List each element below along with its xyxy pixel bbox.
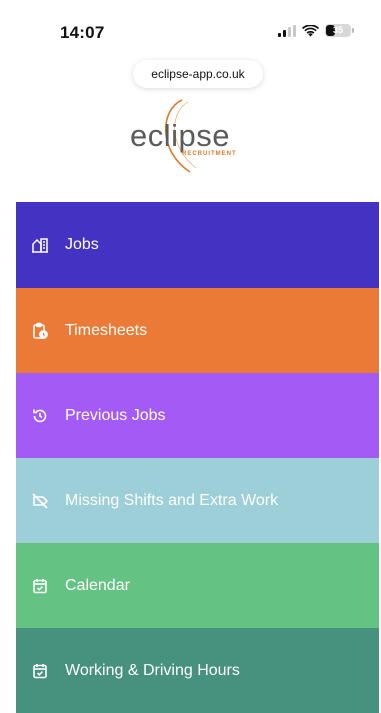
status-time: 14:07 bbox=[60, 23, 105, 42]
menu-label: Previous Jobs bbox=[65, 406, 166, 424]
menu-label: Timesheets bbox=[65, 321, 148, 339]
url-bar[interactable]: eclipse-app.co.uk bbox=[133, 60, 263, 88]
menu-label: Working & Driving Hours bbox=[65, 661, 240, 679]
menu-item-previous-jobs[interactable]: Previous Jobs bbox=[16, 373, 379, 458]
calendar-check-icon bbox=[30, 576, 50, 596]
wifi-icon bbox=[302, 24, 319, 36]
battery-icon: 35 bbox=[325, 24, 354, 37]
menu-item-timesheets[interactable]: Timesheets bbox=[16, 288, 379, 373]
battery-level: 35 bbox=[332, 25, 343, 35]
signal-icon bbox=[278, 24, 296, 37]
logo-word: eclipse bbox=[130, 118, 230, 153]
history-icon bbox=[30, 406, 50, 426]
main-menu: Jobs Timesheets Previous Jobs Missing Sh… bbox=[16, 202, 379, 713]
calendar-check-icon bbox=[30, 661, 50, 681]
url-text: eclipse-app.co.uk bbox=[151, 67, 245, 81]
logo-subtitle: RECRUITMENT bbox=[182, 151, 237, 157]
clipboard-clock-icon bbox=[30, 321, 50, 341]
status-icons: 35 bbox=[278, 24, 354, 37]
status-bar: 14:07 35 bbox=[0, 0, 381, 60]
tag-off-icon bbox=[30, 491, 50, 511]
building-icon bbox=[30, 235, 50, 255]
menu-label: Calendar bbox=[65, 576, 130, 594]
menu-item-missing-shifts[interactable]: Missing Shifts and Extra Work bbox=[16, 458, 379, 543]
eclipse-logo: eclipse RECRUITMENT bbox=[120, 96, 270, 176]
menu-item-working-driving-hours[interactable]: Working & Driving Hours bbox=[16, 628, 379, 713]
menu-label: Missing Shifts and Extra Work bbox=[65, 491, 279, 509]
menu-label: Jobs bbox=[65, 236, 99, 253]
menu-item-calendar[interactable]: Calendar bbox=[16, 543, 379, 628]
menu-item-jobs[interactable]: Jobs bbox=[16, 202, 379, 288]
